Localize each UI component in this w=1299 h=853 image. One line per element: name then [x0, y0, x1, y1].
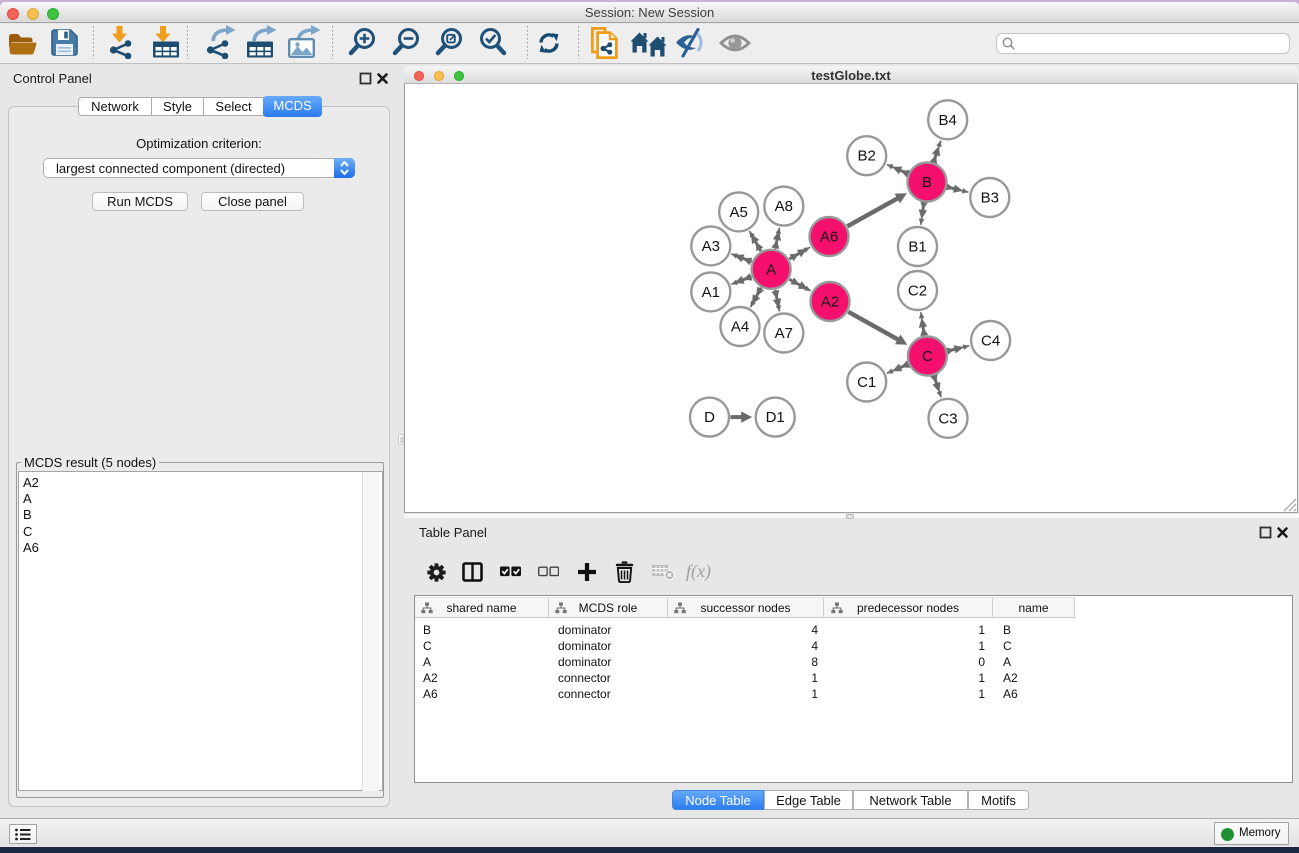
svg-text:B4: B4 — [939, 112, 957, 129]
svg-text:C1: C1 — [857, 374, 876, 391]
svg-text:C2: C2 — [908, 283, 927, 300]
svg-text:C3: C3 — [938, 410, 957, 427]
svg-text:A7: A7 — [775, 325, 793, 342]
svg-text:B: B — [922, 174, 932, 191]
svg-text:C4: C4 — [981, 333, 1000, 350]
svg-text:B1: B1 — [908, 239, 926, 256]
svg-text:B3: B3 — [981, 190, 999, 207]
svg-text:A3: A3 — [702, 238, 720, 255]
svg-text:A6: A6 — [820, 229, 838, 246]
svg-text:B2: B2 — [858, 148, 876, 165]
svg-text:A4: A4 — [731, 319, 749, 336]
svg-text:A2: A2 — [821, 294, 839, 311]
svg-text:A5: A5 — [730, 204, 748, 221]
svg-text:C: C — [922, 348, 933, 365]
svg-text:A8: A8 — [775, 198, 793, 215]
svg-text:D1: D1 — [766, 409, 785, 426]
svg-text:D: D — [704, 409, 715, 426]
svg-text:A1: A1 — [702, 284, 720, 301]
svg-text:A: A — [766, 261, 776, 278]
